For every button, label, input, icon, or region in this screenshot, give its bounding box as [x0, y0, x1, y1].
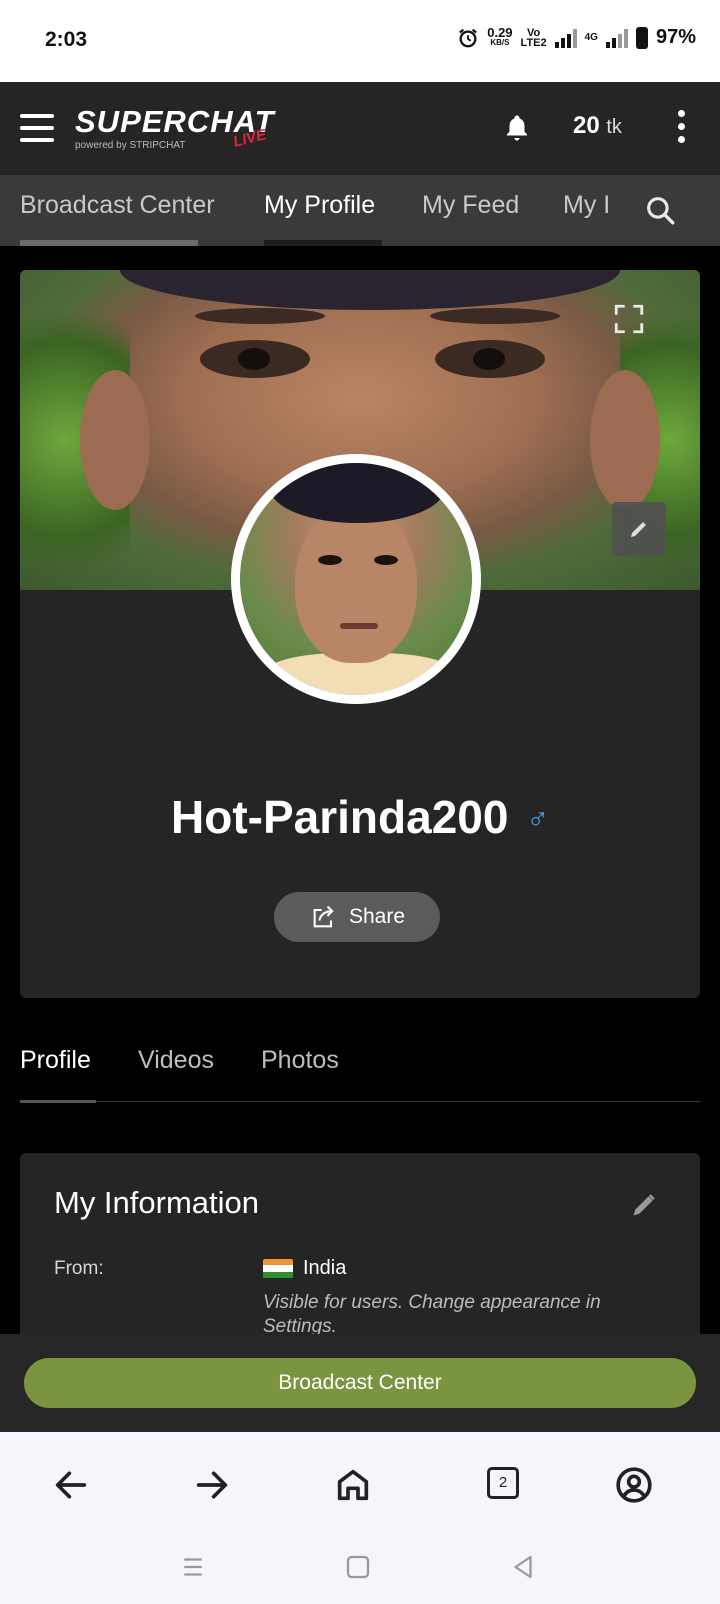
network-speed: 0.29 KB/S: [487, 24, 513, 47]
tab-my-more[interactable]: My I: [563, 191, 610, 220]
profile-username: Hot-Parinda200: [171, 791, 509, 843]
tab-profile-underline: [20, 1100, 96, 1103]
signal-icon-2: [605, 28, 628, 48]
tab-broadcast-center[interactable]: Broadcast Center: [20, 191, 215, 220]
profile-username-row: Hot-Parinda200 ♂: [20, 790, 700, 844]
tab-my-feed[interactable]: My Feed: [422, 191, 519, 220]
my-information-title: My Information: [54, 1185, 260, 1220]
tab-photos[interactable]: Photos: [261, 1046, 339, 1075]
profile-content-tabs: Profile Videos Photos: [20, 1010, 700, 1103]
status-bar: 2:03 0.29 KB/S Vo LTE2 4G 97%: [0, 0, 720, 82]
share-button[interactable]: Share: [274, 892, 440, 942]
token-value: 20: [573, 112, 600, 139]
india-flag-icon: [263, 1258, 293, 1279]
from-label: From:: [54, 1258, 104, 1279]
from-value: India: [263, 1257, 346, 1280]
search-button[interactable]: [640, 175, 720, 246]
edit-cover-button[interactable]: [612, 502, 666, 556]
tab-switcher-button[interactable]: 2: [487, 1467, 519, 1499]
profile-card: Hot-Parinda200 ♂ Share: [20, 270, 700, 998]
tab-videos[interactable]: Videos: [138, 1046, 214, 1075]
search-icon: [647, 197, 675, 225]
male-gender-icon: ♂: [526, 803, 549, 836]
account-icon[interactable]: [614, 1465, 654, 1505]
forward-arrow-icon[interactable]: [192, 1465, 232, 1505]
share-icon: [313, 905, 334, 928]
visibility-hint: Visible for users. Change appearance in …: [263, 1292, 601, 1337]
broadcast-center-button[interactable]: Broadcast Center: [24, 1358, 696, 1408]
volte-indicator: Vo LTE2: [520, 26, 547, 49]
recents-icon[interactable]: [178, 1552, 208, 1582]
fullscreen-icon[interactable]: [612, 302, 646, 336]
superchat-logo[interactable]: SUPERCHAT LIVE powered by STRIPCHAT: [75, 104, 275, 154]
browser-navigation-bar: 2: [0, 1432, 720, 1604]
tab-broadcast-center-underline: [20, 240, 198, 246]
alarm-icon: [459, 28, 478, 47]
main-nav-tabs: Broadcast Center My Profile My Feed My I: [0, 175, 720, 246]
share-label: Share: [348, 905, 406, 928]
token-balance[interactable]: 20 tk: [573, 112, 622, 140]
bell-icon[interactable]: [502, 112, 532, 144]
back-arrow-icon[interactable]: [51, 1465, 91, 1505]
more-options-icon[interactable]: [676, 110, 686, 146]
my-information-card: My Information From: India Visible for u…: [20, 1153, 700, 1353]
battery-icon: [635, 26, 648, 49]
signal-icon-1: [554, 28, 577, 48]
token-unit: tk: [606, 116, 622, 138]
status-icons: 0.29 KB/S Vo LTE2 4G 97%: [457, 26, 696, 49]
network-type: 4G: [584, 31, 598, 43]
avatar[interactable]: [231, 454, 481, 704]
tab-my-profile[interactable]: My Profile: [264, 191, 375, 220]
bottom-action-bar: Broadcast Center: [0, 1334, 720, 1432]
app-header: SUPERCHAT LIVE powered by STRIPCHAT 20 t…: [0, 82, 720, 175]
edit-information-icon[interactable]: [630, 1191, 658, 1219]
status-time: 2:03: [45, 28, 88, 51]
home-icon[interactable]: [333, 1465, 373, 1505]
system-back-icon[interactable]: [508, 1552, 538, 1582]
pencil-icon: [631, 522, 646, 537]
battery-percent: 97%: [655, 26, 696, 48]
home-square-icon[interactable]: [343, 1552, 373, 1582]
logo-subtitle: powered by STRIPCHAT: [75, 140, 186, 151]
from-country: India: [303, 1257, 347, 1279]
tab-my-profile-underline: [264, 240, 382, 246]
tab-profile[interactable]: Profile: [20, 1046, 91, 1075]
menu-icon[interactable]: [20, 114, 54, 142]
